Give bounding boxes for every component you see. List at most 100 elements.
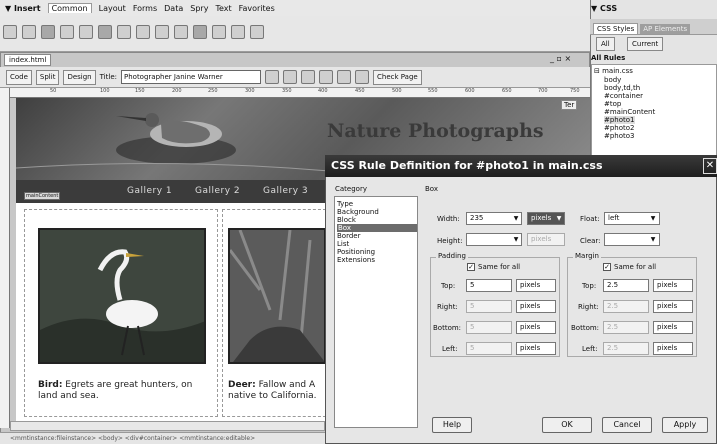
chevron-down-icon[interactable]: ▼: [511, 213, 521, 224]
window-controls[interactable]: _ ▫ ×: [550, 54, 571, 63]
margin-bottom-unit[interactable]: pixels: [653, 321, 693, 334]
preview-browser-icon[interactable]: [283, 70, 297, 84]
head-icon[interactable]: [193, 25, 207, 39]
margin-bottom-input[interactable]: 2.5: [603, 321, 649, 334]
document-tab[interactable]: index.html: [4, 54, 52, 66]
split-view-button[interactable]: Split: [35, 69, 60, 85]
padding-left-unit[interactable]: pixels: [516, 342, 556, 355]
rule-item-main-css[interactable]: ⊟ main.css: [594, 67, 633, 75]
padding-right-input[interactable]: 5: [466, 300, 512, 313]
chevron-down-icon[interactable]: ▼: [648, 213, 658, 224]
category-item[interactable]: Block: [337, 216, 356, 224]
tab-data[interactable]: Data: [164, 4, 183, 13]
media-icon[interactable]: [117, 25, 131, 39]
padding-bottom-unit[interactable]: pixels: [516, 321, 556, 334]
tab-text[interactable]: Text: [215, 4, 231, 13]
margin-top-unit[interactable]: pixels: [653, 279, 693, 292]
margin-right-unit[interactable]: pixels: [653, 300, 693, 313]
refresh-icon[interactable]: [301, 70, 315, 84]
close-icon[interactable]: ✕: [703, 158, 717, 174]
rule-item[interactable]: #top: [604, 100, 621, 108]
named-anchor-icon[interactable]: [41, 25, 55, 39]
title-input[interactable]: Photographer Janine Warner: [121, 70, 261, 84]
margin-label: Margin: [573, 252, 601, 260]
horizontal-scrollbar[interactable]: [10, 421, 325, 431]
rule-item[interactable]: #mainContent: [604, 108, 655, 116]
ok-button[interactable]: OK: [542, 417, 592, 433]
caption-deer-text: Fallow and A: [255, 380, 316, 390]
chevron-down-icon[interactable]: ▼: [554, 213, 564, 224]
chevron-down-icon[interactable]: ▼: [648, 234, 658, 245]
css-panel-header[interactable]: ▼ CSS: [591, 4, 617, 13]
cancel-button[interactable]: Cancel: [602, 417, 652, 433]
insert-bar-title[interactable]: ▼ Insert: [5, 4, 41, 13]
category-item[interactable]: Border: [337, 232, 360, 240]
padding-top-unit[interactable]: pixels: [516, 279, 556, 292]
tab-ap-elements[interactable]: AP Elements: [640, 24, 691, 34]
nav-gallery-3[interactable]: Gallery 3: [263, 186, 308, 196]
category-item-selected[interactable]: Box: [337, 224, 417, 232]
view-options-icon[interactable]: [319, 70, 333, 84]
width-label: Width:: [437, 215, 460, 223]
padding-left-input[interactable]: 5: [466, 342, 512, 355]
table-icon[interactable]: [60, 25, 74, 39]
tab-favorites[interactable]: Favorites: [239, 4, 275, 13]
padding-bottom-input[interactable]: 5: [466, 321, 512, 334]
rule-item-selected[interactable]: #photo1: [604, 116, 635, 124]
maincontent-tag[interactable]: mainContent: [24, 192, 61, 200]
category-item[interactable]: Background: [337, 208, 379, 216]
category-item[interactable]: List: [337, 240, 349, 248]
tag-chooser-icon[interactable]: [250, 25, 264, 39]
padding-right-unit[interactable]: pixels: [516, 300, 556, 313]
server-side-include-icon[interactable]: [155, 25, 169, 39]
margin-top-label: Top:: [582, 282, 597, 290]
div-icon[interactable]: [79, 25, 93, 39]
margin-left-unit[interactable]: pixels: [653, 342, 693, 355]
tag-selector[interactable]: <mmtinstance:fileinstance> <body> <div#c…: [0, 432, 325, 444]
tab-forms[interactable]: Forms: [133, 4, 157, 13]
deer-photo[interactable]: [228, 228, 326, 364]
comment-icon[interactable]: [174, 25, 188, 39]
templates-icon[interactable]: [231, 25, 245, 39]
tab-spry[interactable]: Spry: [190, 4, 208, 13]
hyperlink-icon[interactable]: [3, 25, 17, 39]
padding-same-checkbox[interactable]: ✓: [467, 263, 475, 271]
category-item[interactable]: Positioning: [337, 248, 375, 256]
rule-item[interactable]: body: [604, 76, 621, 84]
category-item[interactable]: Type: [337, 200, 353, 208]
egret-photo[interactable]: [38, 228, 206, 364]
date-icon[interactable]: [136, 25, 150, 39]
check-page-button[interactable]: Check Page: [373, 69, 422, 85]
design-view-button[interactable]: Design: [63, 69, 96, 85]
script-icon[interactable]: [212, 25, 226, 39]
margin-same-checkbox[interactable]: ✓: [603, 263, 611, 271]
help-button[interactable]: Help: [432, 417, 472, 433]
code-view-button[interactable]: Code: [6, 69, 32, 85]
margin-right-input[interactable]: 2.5: [603, 300, 649, 313]
rule-item[interactable]: #photo3: [604, 132, 635, 140]
apply-button[interactable]: Apply: [662, 417, 708, 433]
chevron-down-icon[interactable]: ▼: [511, 234, 521, 245]
all-button[interactable]: All: [596, 37, 615, 51]
height-unit-select[interactable]: pixels: [527, 233, 565, 246]
image-icon[interactable]: [98, 25, 112, 39]
rule-item[interactable]: #photo2: [604, 124, 635, 132]
padding-top-input[interactable]: 5: [466, 279, 512, 292]
caption-deer-line2: native to California.: [228, 391, 317, 401]
margin-left-input[interactable]: 2.5: [603, 342, 649, 355]
file-management-icon[interactable]: [265, 70, 279, 84]
rule-item[interactable]: body,td,th: [604, 84, 640, 92]
tab-css-styles[interactable]: CSS Styles: [593, 23, 639, 34]
email-link-icon[interactable]: [22, 25, 36, 39]
nav-gallery-1[interactable]: Gallery 1: [127, 186, 172, 196]
category-item[interactable]: Extensions: [337, 256, 375, 264]
visual-aids-icon[interactable]: [337, 70, 351, 84]
margin-top-input[interactable]: 2.5: [603, 279, 649, 292]
nav-gallery-2[interactable]: Gallery 2: [195, 186, 240, 196]
tab-layout[interactable]: Layout: [99, 4, 126, 13]
banner-title: Nature Photographs: [327, 120, 544, 142]
current-button[interactable]: Current: [627, 37, 664, 51]
validate-markup-icon[interactable]: [355, 70, 369, 84]
tab-common[interactable]: Common: [47, 3, 92, 13]
rule-item[interactable]: #container: [604, 92, 643, 100]
